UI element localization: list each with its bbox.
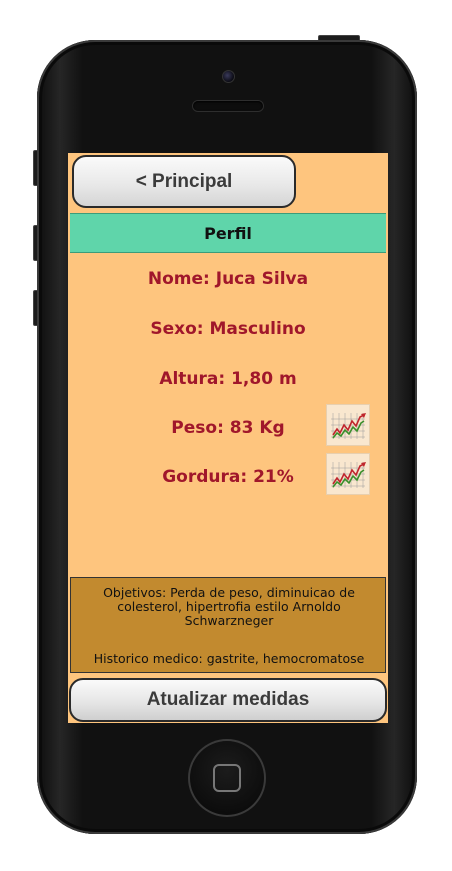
- profile-sex: Sexo: Masculino: [150, 319, 306, 339]
- line-chart-icon: [331, 462, 366, 488]
- page-title: Perfil: [70, 213, 386, 253]
- back-button[interactable]: < Principal: [72, 155, 296, 208]
- body-fat-trend-button[interactable]: [326, 453, 370, 495]
- app-screen: < Principal Perfil Nome: Juca Silva Sexo…: [68, 153, 388, 723]
- home-button[interactable]: [188, 739, 266, 817]
- notes-panel: Objetivos: Perda de peso, diminuicao de …: [70, 577, 386, 673]
- profile-name: Nome: Juca Silva: [147, 269, 309, 289]
- weight-trend-button[interactable]: [326, 404, 370, 446]
- update-measurements-button[interactable]: Atualizar medidas: [69, 678, 387, 722]
- front-camera: [222, 70, 235, 83]
- earpiece-speaker: [193, 101, 263, 111]
- medical-history-text: Historico medico: gastrite, hemocromatos…: [93, 651, 365, 666]
- objectives-text: Objetivos: Perda de peso, diminuicao de …: [103, 585, 355, 628]
- profile-height: Altura: 1,80 m: [159, 369, 297, 389]
- home-square-icon: [213, 764, 241, 792]
- line-chart-icon: [331, 413, 366, 439]
